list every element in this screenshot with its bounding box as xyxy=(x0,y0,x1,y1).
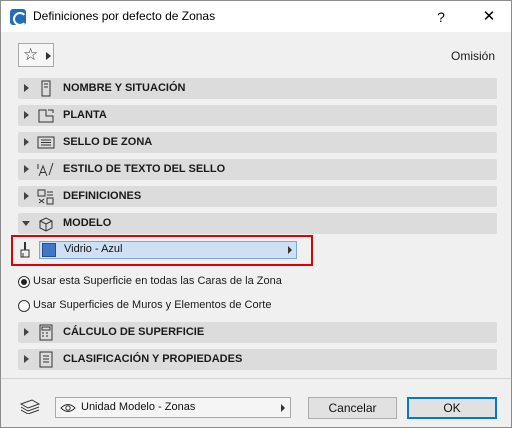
section-label: PLANTA xyxy=(63,109,107,121)
paint-brush-icon xyxy=(20,242,30,258)
expand-triangle-icon[interactable] xyxy=(24,355,29,363)
area-calculator-icon xyxy=(39,324,53,341)
radio-use-wall-surfaces[interactable]: Usar Superficies de Muros y Elementos de… xyxy=(18,298,318,314)
name-location-icon xyxy=(41,80,51,97)
archicad-app-icon xyxy=(10,9,27,26)
section-label: CLASIFICACIÓN Y PROPIEDADES xyxy=(63,353,243,365)
footer-divider xyxy=(1,378,511,379)
ok-button[interactable]: OK xyxy=(407,397,497,419)
definitions-icon xyxy=(37,189,54,205)
section-label: ESTILO DE TEXTO DEL SELLO xyxy=(63,163,226,175)
expand-triangle-icon[interactable] xyxy=(24,328,29,336)
collapse-triangle-icon[interactable] xyxy=(22,221,30,226)
star-icon: ☆ xyxy=(23,45,39,64)
help-button[interactable]: ? xyxy=(431,7,451,27)
material-swatch xyxy=(42,243,56,257)
section-label: DEFINICIONES xyxy=(63,190,142,202)
section-name-location[interactable]: NOMBRE Y SITUACIÓN xyxy=(18,78,497,99)
section-label: MODELO xyxy=(63,217,112,229)
section-definitions[interactable]: DEFINICIONES xyxy=(18,186,497,207)
zone-default-settings-dialog: Definiciones por defecto de Zonas ? ✕ ☆ … xyxy=(0,0,512,428)
section-label: CÁLCULO DE SUPERFICIE xyxy=(63,326,205,338)
section-floor-plan[interactable]: PLANTA xyxy=(18,105,497,126)
section-model[interactable]: MODELO xyxy=(18,213,497,234)
surface-material-picker[interactable]: Vidrio - Azul xyxy=(39,241,297,259)
chevron-right-icon xyxy=(281,404,285,412)
expand-triangle-icon[interactable] xyxy=(24,84,29,92)
cancel-button[interactable]: Cancelar xyxy=(308,397,397,419)
section-zone-stamp[interactable]: SELLO DE ZONA xyxy=(18,132,497,153)
radio-button-unchecked[interactable] xyxy=(18,300,30,312)
floor-plan-icon xyxy=(38,109,54,123)
favorites-button[interactable]: ☆ xyxy=(18,43,54,67)
section-label: SELLO DE ZONA xyxy=(63,136,153,148)
expand-triangle-icon[interactable] xyxy=(24,192,29,200)
chevron-right-icon xyxy=(288,246,292,254)
material-name: Vidrio - Azul xyxy=(64,243,123,255)
expand-triangle-icon[interactable] xyxy=(24,165,29,173)
close-button[interactable]: ✕ xyxy=(479,7,499,27)
title-bar: Definiciones por defecto de Zonas ? ✕ xyxy=(1,1,511,32)
eye-icon xyxy=(60,404,76,412)
radio-use-surface-all-faces[interactable]: Usar esta Superficie en todas las Caras … xyxy=(18,274,318,290)
window-title: Definiciones por defecto de Zonas xyxy=(33,9,216,23)
zone-stamp-icon xyxy=(37,136,55,149)
chevron-right-icon xyxy=(46,52,51,60)
model-view-option-dropdown[interactable]: Unidad Modelo - Zonas xyxy=(55,397,291,418)
section-area-calculation[interactable]: CÁLCULO DE SUPERFICIE xyxy=(18,322,497,343)
expand-triangle-icon[interactable] xyxy=(24,111,29,119)
view-option-label: Unidad Modelo - Zonas xyxy=(81,401,196,413)
layer-stack-icon xyxy=(19,399,41,414)
radio-label: Usar Superficies de Muros y Elementos de… xyxy=(33,299,272,311)
classification-icon xyxy=(39,351,53,368)
default-label: Omisión xyxy=(450,49,495,63)
radio-label: Usar esta Superficie en todas las Caras … xyxy=(33,275,282,287)
section-classification-properties[interactable]: CLASIFICACIÓN Y PROPIEDADES xyxy=(18,349,497,370)
section-label: NOMBRE Y SITUACIÓN xyxy=(63,82,186,94)
expand-triangle-icon[interactable] xyxy=(24,138,29,146)
text-style-icon xyxy=(37,162,54,177)
model-box-icon xyxy=(39,217,53,232)
radio-button-checked[interactable] xyxy=(18,276,30,288)
section-stamp-text-style[interactable]: ESTILO DE TEXTO DEL SELLO xyxy=(18,159,497,180)
